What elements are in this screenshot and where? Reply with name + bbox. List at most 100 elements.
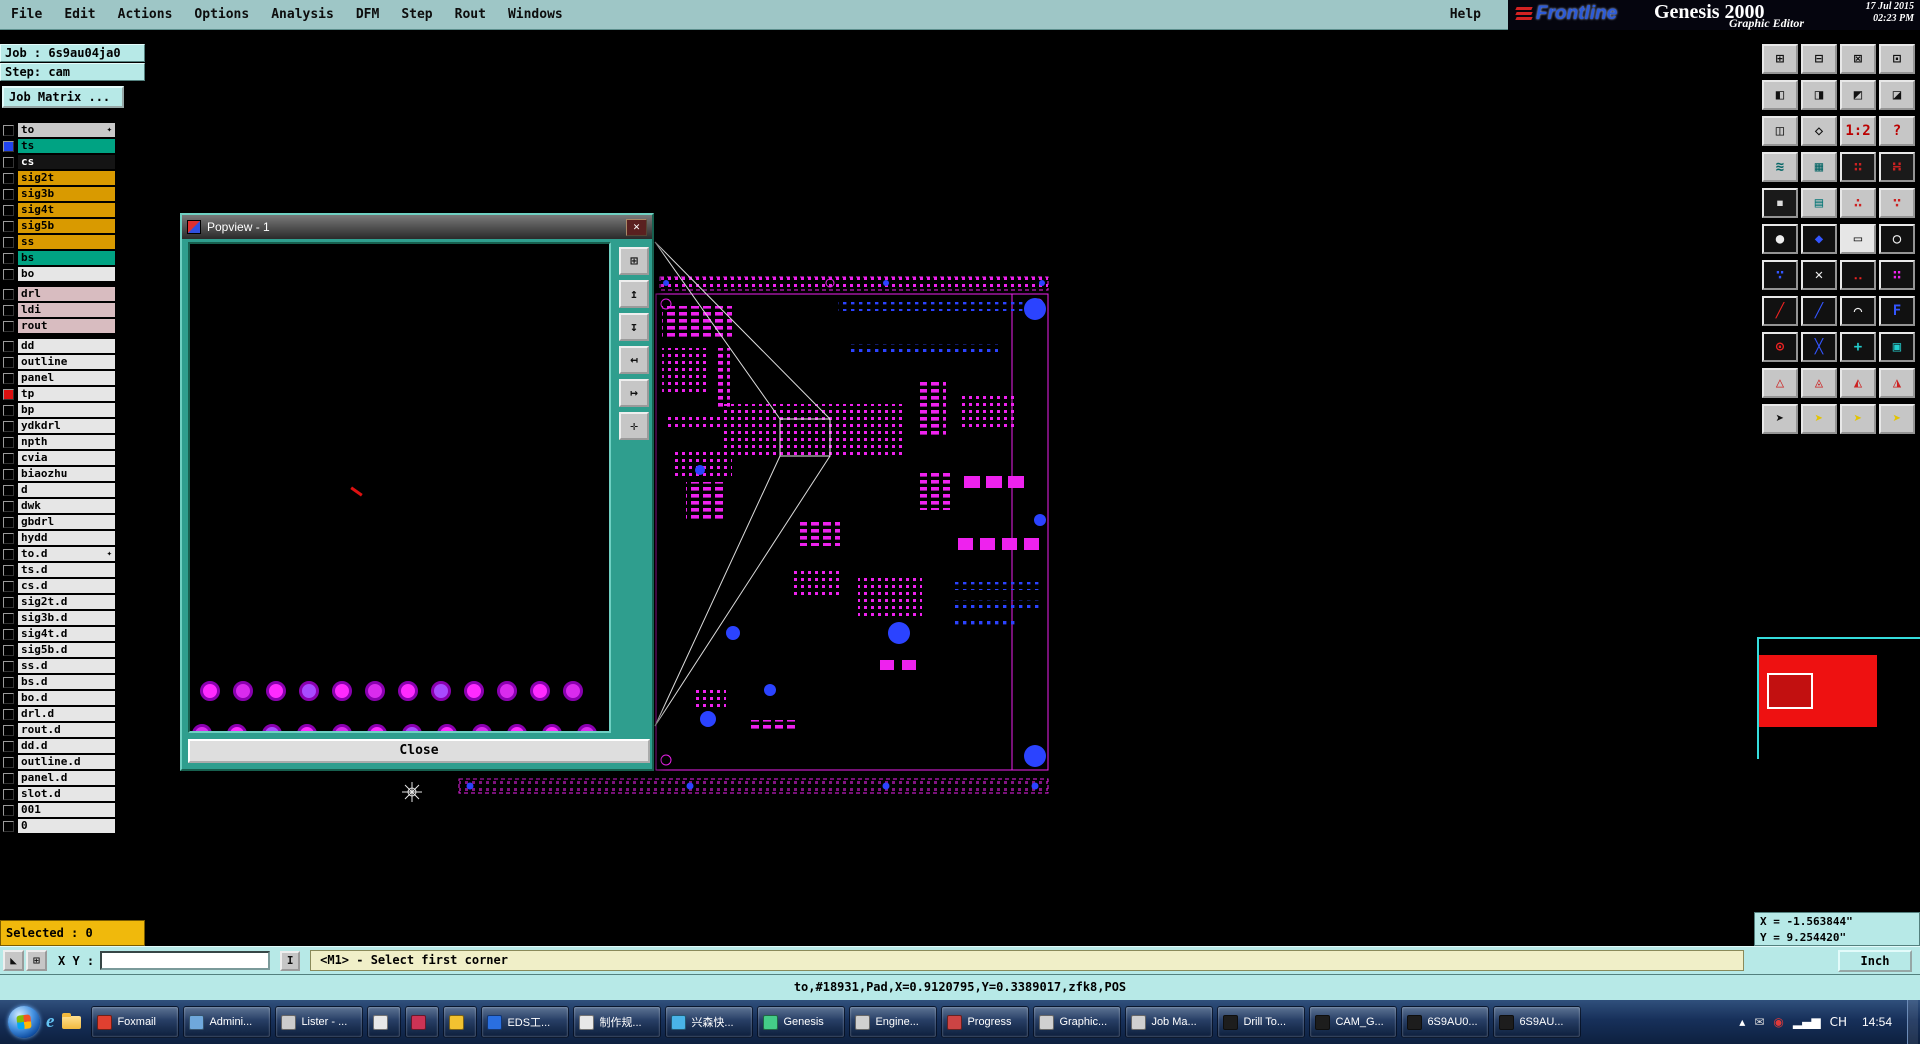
layer-name[interactable]: biaozhu bbox=[18, 467, 115, 481]
right-tool-button[interactable]: ◫ bbox=[1762, 116, 1798, 146]
layer-row[interactable]: ydkdrl bbox=[0, 418, 145, 434]
popview-tool-button[interactable]: ↤ bbox=[619, 346, 649, 374]
show-desktop-button[interactable] bbox=[1907, 1000, 1918, 1044]
folder-icon[interactable] bbox=[62, 1012, 82, 1029]
layer-row[interactable]: sig4t bbox=[0, 202, 145, 218]
layer-visibility-checkbox[interactable] bbox=[3, 516, 14, 528]
right-tool-button[interactable]: ⊙ bbox=[1762, 332, 1798, 362]
layer-visibility-checkbox[interactable] bbox=[3, 788, 14, 800]
layer-name[interactable]: ss bbox=[18, 235, 115, 249]
layer-name[interactable]: dwk bbox=[18, 499, 115, 513]
layer-row[interactable]: cvia bbox=[0, 450, 145, 466]
right-tool-button[interactable]: ╱ bbox=[1762, 296, 1798, 326]
right-tool-button[interactable]: ➤ bbox=[1840, 404, 1876, 434]
taskbar-app-button[interactable] bbox=[405, 1006, 440, 1038]
layer-row[interactable]: ss bbox=[0, 234, 145, 250]
layer-row[interactable]: panel bbox=[0, 370, 145, 386]
layer-name[interactable]: ts bbox=[18, 139, 115, 153]
layer-name[interactable]: dd.d bbox=[18, 739, 115, 753]
layer-name[interactable]: hydd bbox=[18, 531, 115, 545]
popview-tool-button[interactable]: ⊞ bbox=[619, 247, 649, 275]
layer-visibility-checkbox[interactable] bbox=[3, 692, 14, 704]
layer-name[interactable]: sig5b bbox=[18, 219, 115, 233]
layer-name[interactable]: rout.d bbox=[18, 723, 115, 737]
layer-name[interactable]: panel bbox=[18, 371, 115, 385]
tray-icon[interactable]: ▂▄▆ bbox=[1793, 1015, 1821, 1029]
layer-name[interactable]: tp bbox=[18, 387, 115, 401]
layer-visibility-checkbox[interactable] bbox=[3, 372, 14, 384]
taskbar-app-button[interactable]: Genesis bbox=[757, 1006, 846, 1038]
color-swatch[interactable] bbox=[1759, 655, 1877, 727]
menu-item[interactable]: Options bbox=[183, 7, 260, 22]
right-tool-button[interactable]: F bbox=[1879, 296, 1915, 326]
coordinate-input[interactable] bbox=[100, 951, 271, 970]
start-button[interactable] bbox=[8, 1006, 40, 1038]
layer-visibility-checkbox[interactable] bbox=[3, 356, 14, 368]
layer-visibility-checkbox[interactable] bbox=[3, 404, 14, 416]
layer-visibility-checkbox[interactable] bbox=[3, 612, 14, 624]
tray-icon[interactable]: ◉ bbox=[1773, 1015, 1783, 1029]
layer-name[interactable]: gbdrl bbox=[18, 515, 115, 529]
layer-name[interactable]: drl bbox=[18, 287, 115, 301]
layer-row[interactable]: biaozhu bbox=[0, 466, 145, 482]
xy-tool-button[interactable]: ◣ bbox=[3, 950, 24, 971]
right-tool-button[interactable]: 1:2 bbox=[1840, 116, 1876, 146]
layer-row[interactable]: outline bbox=[0, 354, 145, 370]
layer-row[interactable]: ss.d bbox=[0, 658, 145, 674]
layer-visibility-checkbox[interactable] bbox=[3, 268, 14, 280]
layer-name[interactable]: sig2t.d bbox=[18, 595, 115, 609]
layer-row[interactable]: sig5b bbox=[0, 218, 145, 234]
right-tool-button[interactable]: ◮ bbox=[1879, 368, 1915, 398]
right-tool-button[interactable]: ▣ bbox=[1879, 332, 1915, 362]
layer-name[interactable]: dd bbox=[18, 339, 115, 353]
right-tool-button[interactable]: ∷ bbox=[1879, 260, 1915, 290]
layer-name[interactable]: d bbox=[18, 483, 115, 497]
tray-clock[interactable]: 14:54 bbox=[1862, 1015, 1892, 1029]
layer-name[interactable]: bo bbox=[18, 267, 115, 281]
layer-row[interactable]: rout.d bbox=[0, 722, 145, 738]
layer-visibility-checkbox[interactable] bbox=[3, 188, 14, 200]
layer-visibility-checkbox[interactable] bbox=[3, 708, 14, 720]
layer-row[interactable]: sig4t.d bbox=[0, 626, 145, 642]
layer-visibility-checkbox[interactable] bbox=[3, 468, 14, 480]
layer-row[interactable]: ts.d bbox=[0, 562, 145, 578]
right-tool-button[interactable]: ▤ bbox=[1801, 188, 1837, 218]
taskbar-app-button[interactable]: Graphic... bbox=[1033, 1006, 1122, 1038]
right-tool-button[interactable]: ◩ bbox=[1840, 80, 1876, 110]
layer-visibility-checkbox[interactable] bbox=[3, 772, 14, 784]
layer-visibility-checkbox[interactable] bbox=[3, 340, 14, 352]
right-tool-button[interactable]: ➤ bbox=[1801, 404, 1837, 434]
taskbar-app-button[interactable]: Drill To... bbox=[1217, 1006, 1306, 1038]
tray-icon[interactable]: ✉ bbox=[1754, 1015, 1764, 1029]
layer-row[interactable]: bs.d bbox=[0, 674, 145, 690]
layer-visibility-checkbox[interactable] bbox=[3, 204, 14, 216]
layer-visibility-checkbox[interactable] bbox=[3, 388, 14, 400]
layer-visibility-checkbox[interactable] bbox=[3, 124, 14, 136]
popview-close-button[interactable]: Close bbox=[188, 739, 650, 763]
popview-tool-button[interactable]: ↧ bbox=[619, 313, 649, 341]
layer-name[interactable]: outline bbox=[18, 355, 115, 369]
taskbar-app-button[interactable]: 兴森快... bbox=[665, 1006, 754, 1038]
layer-row[interactable]: dwk bbox=[0, 498, 145, 514]
layer-row[interactable]: hydd bbox=[0, 530, 145, 546]
right-tool-button[interactable]: ▪ bbox=[1762, 188, 1798, 218]
taskbar-app-button[interactable]: CAM_G... bbox=[1309, 1006, 1398, 1038]
right-tool-button[interactable]: ◨ bbox=[1801, 80, 1837, 110]
right-tool-button[interactable]: ∷ bbox=[1840, 152, 1876, 182]
taskbar-app-button[interactable]: 6S9AU0... bbox=[1401, 1006, 1490, 1038]
layer-name[interactable]: bs.d bbox=[18, 675, 115, 689]
layer-name[interactable]: ss.d bbox=[18, 659, 115, 673]
layer-visibility-checkbox[interactable] bbox=[3, 484, 14, 496]
layer-row[interactable]: cs bbox=[0, 154, 145, 170]
right-tool-button[interactable]: ≋ bbox=[1762, 152, 1798, 182]
layer-name[interactable]: cs.d bbox=[18, 579, 115, 593]
right-tool-button[interactable]: ◇ bbox=[1801, 116, 1837, 146]
layer-visibility-checkbox[interactable] bbox=[3, 660, 14, 672]
layer-name[interactable]: slot.d bbox=[18, 787, 115, 801]
right-tool-button[interactable]: ⊟ bbox=[1801, 44, 1837, 74]
right-tool-button[interactable]: ∵ bbox=[1762, 260, 1798, 290]
layer-row[interactable]: ts bbox=[0, 138, 145, 154]
layer-name[interactable]: outline.d bbox=[18, 755, 115, 769]
layer-name[interactable]: npth bbox=[18, 435, 115, 449]
ie-icon[interactable]: e bbox=[46, 1011, 54, 1033]
